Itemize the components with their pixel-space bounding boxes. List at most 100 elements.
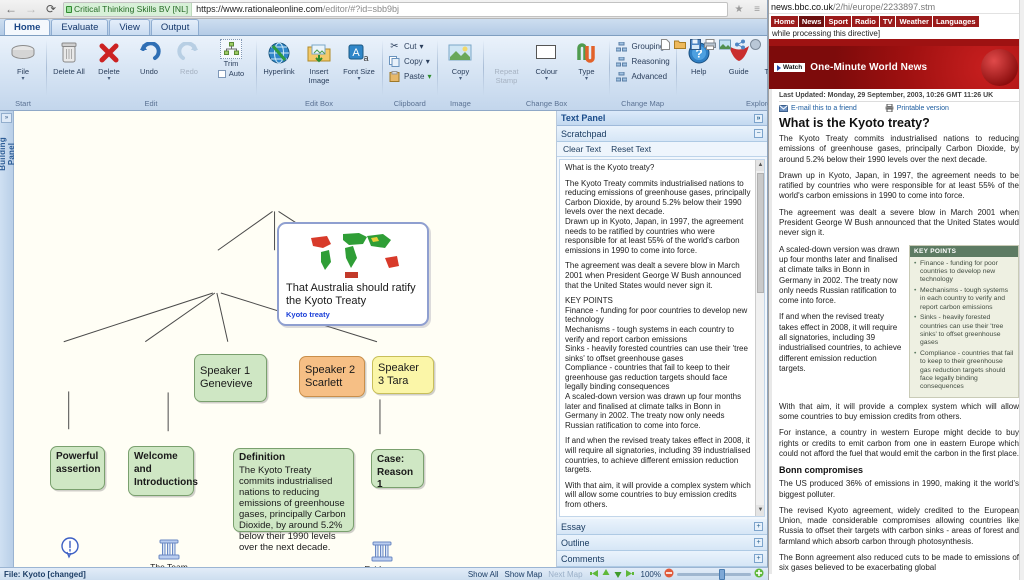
printable-version-link[interactable]: Printable version xyxy=(885,104,949,112)
down-map-icon[interactable] xyxy=(613,569,623,580)
map-node-contention[interactable]: That Australia should ratify the Kyoto T… xyxy=(277,222,429,326)
text-panel-section-scratchpad[interactable]: Scratchpad − xyxy=(557,126,767,142)
share-icon[interactable] xyxy=(734,39,746,50)
open-folder-icon[interactable] xyxy=(674,39,686,50)
map-node-definition[interactable]: Definition The Kyoto Treaty commits indu… xyxy=(233,448,354,553)
delete-all-button[interactable]: Delete All xyxy=(50,39,88,77)
scroll-up-arrow-icon[interactable]: ▲ xyxy=(756,160,764,171)
prev-map-icon[interactable] xyxy=(589,569,599,580)
scratchpad-textarea[interactable]: What is the Kyoto treaty? The Kyoto Trea… xyxy=(559,159,765,517)
undo-button[interactable]: Undo xyxy=(130,39,168,77)
text-panel-section-outline[interactable]: Outline + xyxy=(557,535,767,551)
chevron-down-icon[interactable]: ▾ xyxy=(427,70,431,83)
scrollbar-thumb[interactable] xyxy=(757,173,764,293)
bbc-url-bar[interactable]: news.bbc.co.uk/2/hi/europe/2233897.stm xyxy=(769,0,1024,14)
forward-arrow-icon[interactable]: → xyxy=(23,3,39,15)
tab-output[interactable]: Output xyxy=(150,19,200,35)
trim-button[interactable]: Trim Auto xyxy=(210,39,252,78)
chevron-down-icon[interactable]: ▾ xyxy=(419,40,423,53)
essay-expand-toggle[interactable]: + xyxy=(754,522,763,531)
tab-evaluate[interactable]: Evaluate xyxy=(51,19,109,35)
advanced-button[interactable]: Advanced xyxy=(613,69,671,84)
bbc-nav-home[interactable]: Home xyxy=(771,16,798,27)
argument-map-canvas[interactable]: That Australia should ratify the Kyoto T… xyxy=(14,111,557,567)
auto-checkbox[interactable] xyxy=(217,69,226,78)
next-map-button[interactable]: Next Map xyxy=(548,570,582,579)
chevron-down-icon[interactable]: ▾ xyxy=(357,76,360,82)
map-base-evidence[interactable]: Evidence xyxy=(353,541,411,567)
map-node-welcome-introductions[interactable]: Welcome and Introductions xyxy=(128,446,198,496)
colour-button[interactable]: Colour ▾ xyxy=(527,39,565,82)
reasoning-button[interactable]: Reasoning xyxy=(613,54,671,69)
show-all-button[interactable]: Show All xyxy=(468,570,499,579)
delete-button[interactable]: Delete ▾ xyxy=(90,39,128,82)
font-size-button[interactable]: Aa Font Size ▾ xyxy=(340,39,378,82)
zoom-in-icon[interactable] xyxy=(754,568,764,580)
map-node-powerful-assertion[interactable]: Powerful assertion xyxy=(50,446,105,490)
outline-expand-toggle[interactable]: + xyxy=(754,538,763,547)
bbc-nav-weather[interactable]: Weather xyxy=(896,16,932,27)
type-button[interactable]: Type ▾ xyxy=(567,39,605,82)
map-node-speaker-2[interactable]: Speaker 2 Scarlett xyxy=(299,356,365,397)
chevron-down-icon[interactable]: ▾ xyxy=(585,76,588,82)
email-article-link[interactable]: E-mail this to a friend xyxy=(779,104,857,112)
repeat-stamp-button[interactable]: Repeat Stamp xyxy=(487,39,525,85)
scratchpad-scrollbar[interactable]: ▲ ▼ xyxy=(755,160,764,516)
redo-button[interactable]: Redo xyxy=(170,39,208,77)
text-panel-expand-button[interactable]: » xyxy=(754,113,763,123)
info-icon[interactable] xyxy=(749,39,761,50)
chevron-down-icon[interactable]: ▾ xyxy=(21,76,24,82)
zoom-out-icon[interactable] xyxy=(664,568,674,580)
export-image-icon[interactable] xyxy=(719,39,731,50)
map-base-assertion[interactable] xyxy=(41,537,99,560)
building-panel[interactable]: » Building Panel xyxy=(0,111,16,567)
map-surface[interactable]: That Australia should ratify the Kyoto T… xyxy=(14,111,556,567)
back-arrow-icon[interactable]: ← xyxy=(3,3,19,15)
zoom-slider[interactable] xyxy=(677,568,751,580)
chevron-down-icon[interactable]: ▾ xyxy=(459,76,462,82)
file-button[interactable]: File ▾ xyxy=(4,39,42,82)
clear-text-button[interactable]: Clear Text xyxy=(563,144,601,154)
print-icon[interactable] xyxy=(704,39,716,50)
scroll-down-arrow-icon[interactable]: ▼ xyxy=(756,505,764,516)
building-panel-expand-button[interactable]: » xyxy=(1,113,12,123)
map-node-speaker-1[interactable]: Speaker 1 Genevieve xyxy=(194,354,267,402)
copy-button[interactable]: Copy ▾ xyxy=(386,54,433,69)
chevron-down-icon[interactable]: ▾ xyxy=(107,76,110,82)
hyperlink-button[interactable]: Hyperlink xyxy=(260,39,298,77)
chevron-down-icon[interactable]: ▾ xyxy=(545,76,548,82)
bbc-nav-radio[interactable]: Radio xyxy=(852,16,879,27)
up-map-icon[interactable] xyxy=(601,568,611,580)
show-map-button[interactable]: Show Map xyxy=(505,570,543,579)
save-icon[interactable] xyxy=(689,39,701,50)
trim-auto-row[interactable]: Auto xyxy=(217,69,244,78)
chevron-down-icon[interactable]: ▾ xyxy=(426,55,430,68)
bookmark-star-icon[interactable]: ★ xyxy=(732,4,746,15)
scratchpad-collapse-toggle[interactable]: − xyxy=(754,129,763,138)
bbc-world-news-banner[interactable]: Watch One-Minute World News xyxy=(769,46,1024,89)
address-bar[interactable]: Critical Thinking Skills BV [NL] https:/… xyxy=(63,1,728,17)
bbc-nav-languages[interactable]: Languages xyxy=(932,16,979,27)
comments-expand-toggle[interactable]: + xyxy=(754,554,763,563)
paste-button[interactable]: Paste ▾ xyxy=(386,69,433,84)
map-base-the-team[interactable]: The Team xyxy=(140,539,198,567)
insert-image-button[interactable]: Insert Image xyxy=(300,39,338,85)
cut-button[interactable]: ✂ Cut ▾ xyxy=(386,39,433,54)
reload-icon[interactable]: ⟳ xyxy=(43,3,59,15)
tab-home[interactable]: Home xyxy=(4,19,51,35)
map-node-case-reason-1[interactable]: Case: Reason 1 xyxy=(371,449,424,490)
next-map-icon[interactable] xyxy=(625,569,635,580)
reset-text-button[interactable]: Reset Text xyxy=(611,144,651,154)
zoom-slider-thumb[interactable] xyxy=(719,568,725,580)
text-panel-section-comments[interactable]: Comments + xyxy=(557,551,767,567)
bbc-scrollbar[interactable] xyxy=(1019,0,1024,580)
bbc-nav-news[interactable]: News xyxy=(798,16,825,27)
map-node-speaker-3[interactable]: Speaker 3 Tara xyxy=(372,356,434,394)
copy-image-button[interactable]: Copy ▾ xyxy=(441,39,479,82)
bbc-nav-sport[interactable]: Sport xyxy=(825,16,852,27)
browser-menu-icon[interactable]: ≡ xyxy=(750,4,764,15)
bbc-nav-tv[interactable]: TV xyxy=(879,16,896,27)
new-document-icon[interactable] xyxy=(659,39,671,50)
text-panel-section-essay[interactable]: Essay + xyxy=(557,519,767,535)
tab-view[interactable]: View xyxy=(109,19,150,35)
